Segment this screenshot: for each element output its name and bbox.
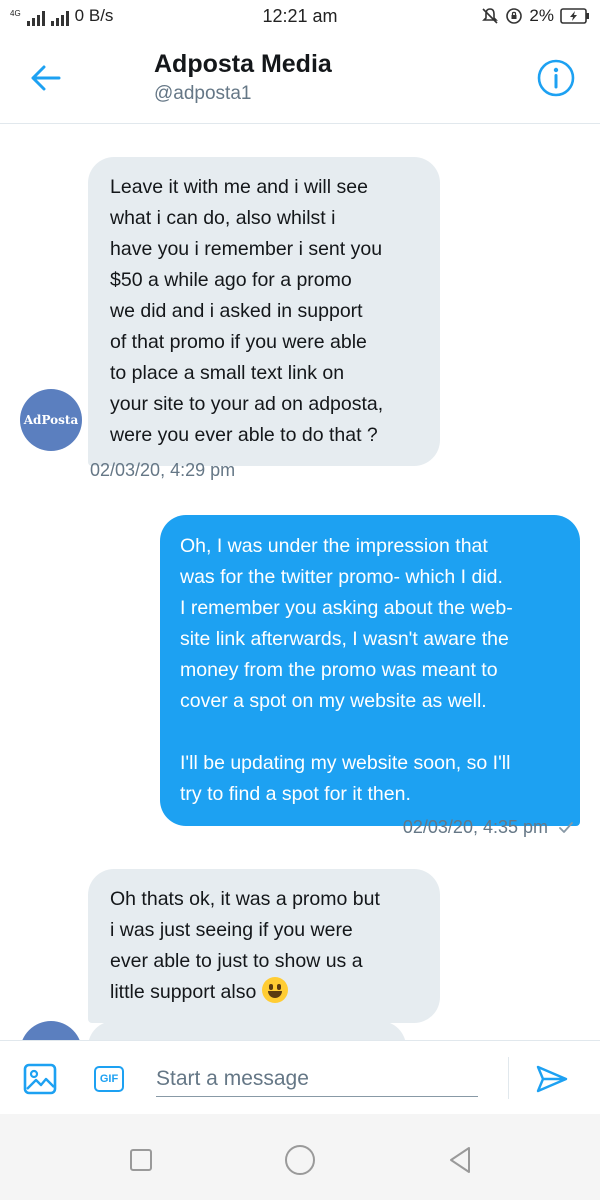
add-photo-button[interactable] bbox=[22, 1061, 58, 1097]
battery-icon bbox=[560, 8, 589, 24]
message-input[interactable] bbox=[156, 1061, 478, 1097]
avatar-logo-text: AdPosta bbox=[23, 413, 79, 427]
rotation-lock-icon bbox=[506, 8, 523, 24]
contact-name: Adposta Media bbox=[154, 50, 332, 78]
triangle-back-icon bbox=[450, 1147, 470, 1173]
message-bubble-incoming-partial[interactable] bbox=[88, 1021, 406, 1040]
message-line: have you i remember i sent you bbox=[110, 238, 383, 260]
contact-handle: @adposta1 bbox=[154, 83, 252, 104]
conversation-title[interactable]: Adposta Media @adposta1 bbox=[154, 50, 332, 105]
avatar[interactable] bbox=[20, 1021, 82, 1040]
image-icon bbox=[23, 1063, 57, 1095]
status-bar: 4G 0 B/s 12:21 am 2% bbox=[0, 0, 600, 34]
send-button[interactable] bbox=[534, 1061, 570, 1097]
message-paragraph-break bbox=[180, 717, 560, 748]
info-icon bbox=[537, 59, 575, 97]
grinning-face-emoji-icon bbox=[261, 977, 288, 1003]
message-line: little support also bbox=[110, 981, 257, 1003]
message-line: was for the twitter promo- which I did. bbox=[180, 566, 503, 588]
gif-icon: GIF bbox=[94, 1066, 124, 1092]
message-bubble-incoming[interactable]: Leave it with me and i will see what i c… bbox=[88, 157, 440, 466]
message-line: ever able to just to show us a bbox=[110, 950, 363, 972]
mute-icon bbox=[482, 8, 499, 24]
message-timestamp-row: 02/03/20, 4:35 pm bbox=[403, 817, 574, 838]
message-line: money from the promo was meant to bbox=[180, 659, 498, 681]
send-icon bbox=[536, 1065, 568, 1093]
message-line: Oh, I was under the impression that bbox=[180, 535, 488, 557]
message-line: site link afterwards, I wasn't aware the bbox=[180, 628, 509, 650]
message-line: cover a spot on my website as well. bbox=[180, 690, 487, 712]
message-bubble-outgoing[interactable]: Oh, I was under the impression that was … bbox=[160, 515, 580, 826]
message-line: Leave it with me and i will see bbox=[110, 176, 368, 198]
circle-icon bbox=[285, 1145, 315, 1175]
composer-divider bbox=[508, 1057, 509, 1099]
conversation-header: Adposta Media @adposta1 bbox=[0, 34, 600, 124]
battery-percent: 2% bbox=[529, 6, 554, 25]
message-timestamp: 02/03/20, 4:29 pm bbox=[90, 460, 236, 480]
message-line: I'll be updating my website soon, so I'l… bbox=[180, 752, 511, 774]
message-line: $50 a while ago for a promo bbox=[110, 269, 352, 291]
message-line: were you ever able to do that ? bbox=[110, 424, 378, 446]
home-button[interactable] bbox=[280, 1140, 320, 1180]
message-line: of that promo if you were able bbox=[110, 331, 367, 353]
message-line: what i can do, also whilst i bbox=[110, 207, 336, 229]
message-line: I remember you asking about the web- bbox=[180, 597, 513, 619]
message-line: i was just seeing if you were bbox=[110, 919, 353, 941]
avatar[interactable]: AdPosta bbox=[20, 389, 82, 451]
square-icon bbox=[130, 1149, 152, 1171]
info-button[interactable] bbox=[534, 56, 578, 100]
message-line: Oh thats ok, it was a promo but bbox=[110, 888, 380, 910]
message-composer: GIF bbox=[0, 1040, 600, 1114]
message-line: to place a small text link on bbox=[110, 362, 345, 384]
message-list[interactable]: Leave it with me and i will see what i c… bbox=[0, 125, 600, 1040]
message-line: your site to your ad on adposta, bbox=[110, 393, 384, 415]
add-gif-button[interactable]: GIF bbox=[91, 1061, 127, 1097]
message-timestamp: 02/03/20, 4:35 pm bbox=[402, 817, 548, 837]
system-navigation-bar bbox=[0, 1114, 600, 1200]
message-line: we did and i asked in support bbox=[110, 300, 363, 322]
system-back-button[interactable] bbox=[440, 1140, 480, 1180]
message-bubble-incoming[interactable]: Oh thats ok, it was a promo but i was ju… bbox=[88, 869, 440, 1023]
status-right: 2% bbox=[481, 6, 590, 26]
back-button[interactable] bbox=[20, 56, 72, 100]
recents-button[interactable] bbox=[121, 1140, 161, 1180]
back-arrow-icon bbox=[31, 65, 61, 91]
sent-check-icon bbox=[559, 821, 573, 833]
message-line-with-emoji: little support also bbox=[110, 977, 418, 1008]
message-line: try to find a spot for it then. bbox=[180, 783, 411, 805]
